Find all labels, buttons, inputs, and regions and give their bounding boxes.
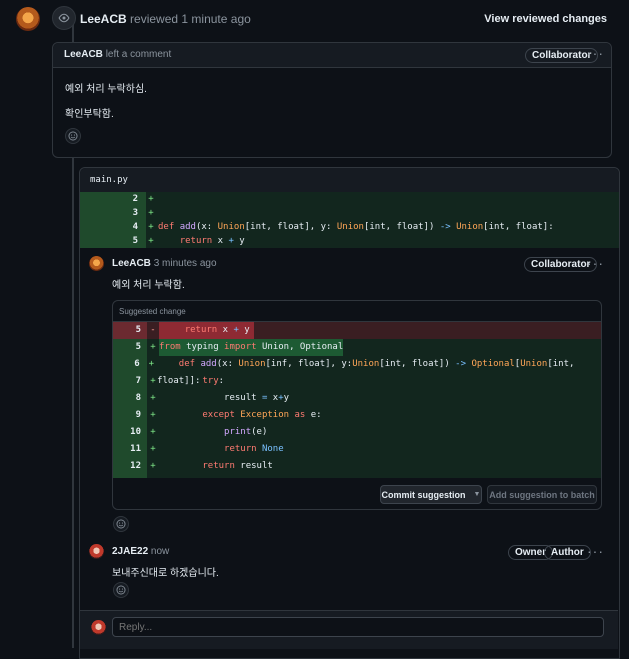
comment-author[interactable]: LeeACB [64,49,103,60]
author-badge: Author [544,545,591,560]
added-lines: 5 + from typing import Union, Optional 6 +… [113,339,601,478]
comment-action: left a comment [105,49,172,60]
review-header: LeeACB reviewed 1 minute ago [80,12,251,26]
added-line: 9 + except Exception as e: [135,410,322,420]
comment2-body: 예외 처리 누락함. [112,280,185,291]
add-reaction-icon[interactable] [113,582,129,598]
reply-input[interactable] [112,617,604,637]
added-line: 8 + result = x+y [135,393,290,403]
view-reviewed-changes-button[interactable]: View reviewed changes [484,13,607,25]
comment2-header: LeeACB 3 minutes ago [112,258,217,269]
comment-text-line2: 확인부탁함. [65,109,114,120]
reviewer-avatar[interactable] [16,7,40,31]
review-time[interactable]: 1 minute ago [181,12,250,26]
review-action: reviewed [130,12,179,26]
comment3-header: 2JAE22 now [112,546,169,557]
add-reaction-icon[interactable] [65,128,81,144]
review-user[interactable]: LeeACB [80,12,127,26]
added-line: 7 + try: [135,376,225,386]
commenter-avatar[interactable] [89,256,104,271]
comment3-time[interactable]: now [151,546,169,557]
commit-suggestion-button[interactable]: Commit suggestion ▼ [380,485,482,504]
added-line: 12 + return result [130,461,273,471]
more-options-icon[interactable]: ··· [587,255,604,271]
review-comment-card: LeeACB left a comment Collaborator ··· 예… [52,42,612,158]
comment3-body: 보내주신대로 하겠습니다. [112,568,219,579]
comment-text-line1: 예외 처리 누락하심. [65,84,147,95]
diff-line: 4 + def add(x: Union[int, float], y: Unio… [132,222,554,232]
added-line: 6 + def add(x: Union[inf, float], y:Union… [134,359,575,386]
add-reaction-icon[interactable] [113,516,129,532]
comment3-author[interactable]: 2JAE22 [112,546,148,557]
eye-icon [52,6,76,30]
file-name[interactable]: main.py [90,175,128,185]
diff-hunk: 2 + 3 + 4 + def add(x: Union[int, float], y… [80,192,619,248]
diff-line: 2 + [132,194,154,204]
suggested-change-label: Suggested change [119,307,186,316]
added-line: 10 + print(e) [130,427,268,437]
suggested-change-box: Suggested change 5 - return x + y 5 + fro… [112,300,602,510]
comment2-author[interactable]: LeeACB [112,258,151,269]
removed-line: 5 - return x + y [113,322,601,339]
comment-header: LeeACB left a comment Collaborator ··· [53,43,611,68]
comment2-time[interactable]: 3 minutes ago [154,258,217,269]
current-user-avatar [91,620,106,635]
diff-line: 3 + [132,208,154,218]
chevron-down-icon: ▼ [473,491,481,498]
added-line: 5 + from typing import Union, Optional [113,339,601,356]
file-header: main.py [80,168,619,193]
reply-area [80,610,618,649]
added-line: 11 + return None [130,444,284,454]
commenter-avatar[interactable] [89,544,104,559]
diff-line: 5 + return x + y [132,236,245,246]
add-suggestion-to-batch-button[interactable]: Add suggestion to batch [487,485,597,504]
more-options-icon[interactable]: ··· [587,45,604,61]
more-options-icon[interactable]: ··· [587,543,604,559]
